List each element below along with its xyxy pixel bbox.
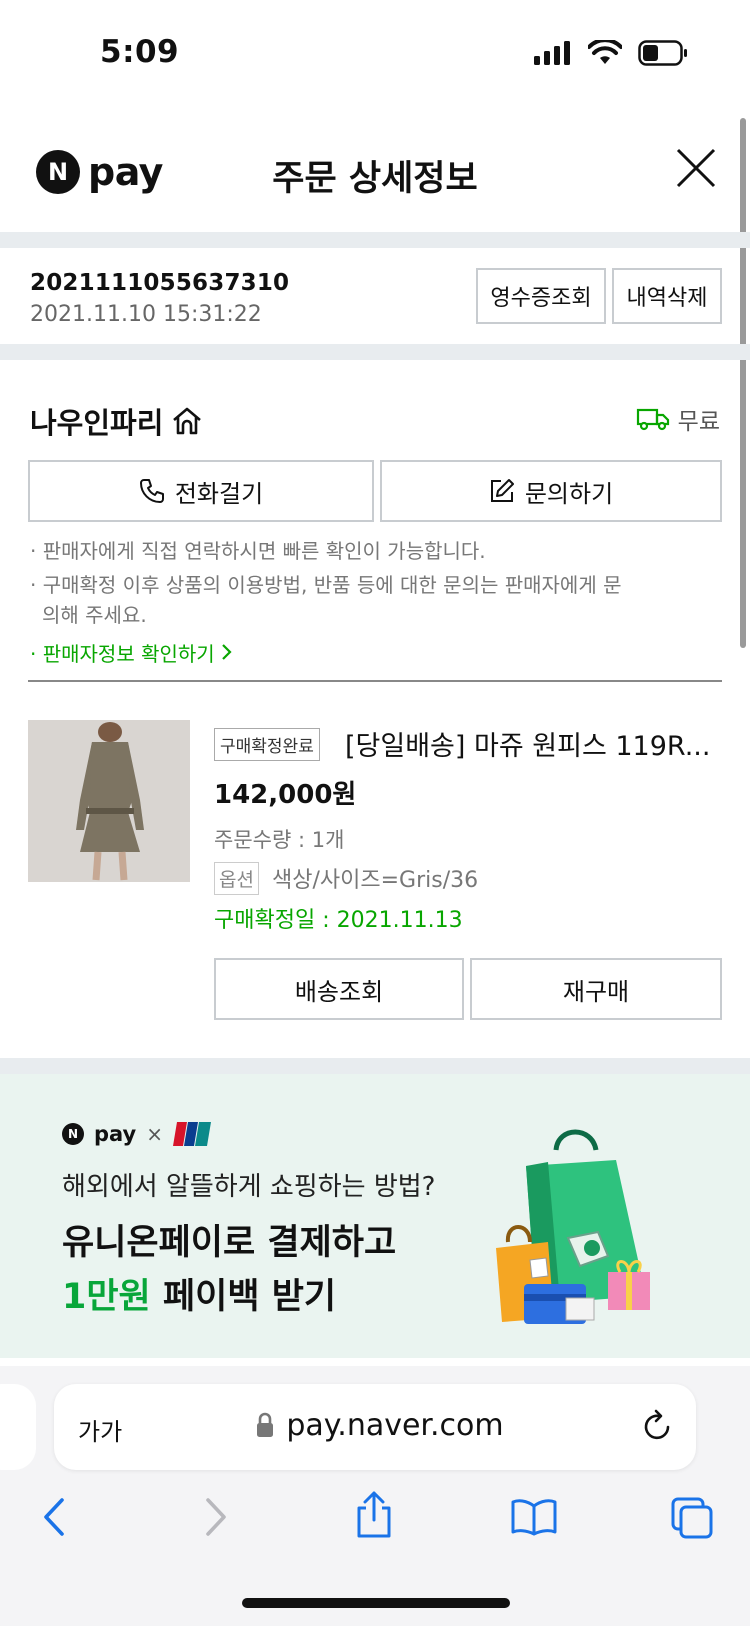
product-name[interactable]: [당일배송] 마쥬 원피스 119R...	[345, 724, 725, 763]
option-value: 색상/사이즈=Gris/36	[272, 868, 479, 893]
inquiry-button[interactable]: 문의하기	[380, 460, 722, 522]
banner-subtitle: 해외에서 알뜰하게 쇼핑하는 방법?	[62, 1172, 436, 1202]
shopping-bags-illustration	[496, 1129, 650, 1324]
banner-times: ×	[146, 1122, 164, 1146]
browser-bottom-bar: 가가 pay.naver.com	[0, 1366, 750, 1626]
section-divider	[0, 232, 750, 248]
notice-line: 의해 주세요.	[42, 603, 147, 627]
banner-title-rest: 페이백 받기	[150, 1277, 337, 1317]
banner-title-2: 1만원 페이백 받기	[62, 1268, 336, 1319]
dress-illustration	[28, 720, 190, 882]
delete-history-button[interactable]: 내역삭제	[612, 268, 722, 324]
purchase-confirm-date: 구매확정일 : 2021.11.13	[214, 908, 463, 933]
unionpay-logo	[173, 1122, 212, 1146]
phone-icon	[139, 479, 164, 503]
rebuy-button[interactable]: 재구매	[470, 958, 722, 1020]
status-time: 5:09	[100, 34, 180, 70]
seller-name[interactable]: 나우인파리	[30, 400, 203, 442]
order-number: 2021111055637310	[30, 270, 290, 296]
shipping-fee-text: 무료	[677, 409, 720, 435]
section-divider	[0, 1058, 750, 1074]
seller-name-text: 나우인파리	[30, 406, 164, 440]
shipping-fee: 무료	[636, 402, 720, 436]
call-seller-button[interactable]: 전화걸기	[28, 460, 374, 522]
option-badge: 옵션	[214, 862, 259, 895]
section-divider	[0, 344, 750, 360]
banner-logos: N pay ×	[62, 1120, 213, 1148]
seller-info-link[interactable]: · 판매자정보 확인하기	[30, 638, 233, 667]
chevron-right-icon	[222, 644, 232, 660]
page-header: N pay 주문 상세정보	[0, 110, 750, 232]
truck-icon	[636, 408, 669, 431]
signal-icon	[534, 41, 570, 65]
track-delivery-button[interactable]: 배송조회	[214, 958, 464, 1020]
wifi-icon	[588, 40, 622, 64]
product-image[interactable]	[28, 720, 190, 882]
status-bar: 5:09	[0, 0, 750, 110]
banner-logo-pay: pay	[94, 1122, 137, 1146]
reload-icon[interactable]	[642, 1408, 674, 1442]
call-label: 전화걸기	[174, 480, 264, 508]
url-text: pay.naver.com	[54, 1408, 696, 1443]
banner-logo-n: N	[62, 1123, 84, 1145]
banner-highlight: 1만원	[62, 1277, 151, 1317]
bookmarks-icon[interactable]	[510, 1498, 558, 1536]
page-title: 주문 상세정보	[272, 159, 478, 199]
product-quantity: 주문수량 : 1개	[214, 828, 345, 852]
tabs-icon[interactable]	[670, 1496, 714, 1540]
url-value: pay.naver.com	[286, 1408, 504, 1443]
divider	[28, 680, 722, 682]
inquiry-label: 문의하기	[524, 480, 614, 508]
notice-line: · 판매자에게 직접 연락하시면 빠른 확인이 가능합니다.	[30, 539, 486, 563]
edit-icon	[490, 479, 514, 502]
product-price: 142,000원	[214, 780, 357, 810]
home-icon	[173, 407, 202, 435]
share-icon[interactable]	[354, 1490, 394, 1540]
battery-icon	[638, 40, 687, 66]
home-indicator[interactable]	[242, 1598, 510, 1608]
status-badge: 구매확정완료	[214, 728, 320, 761]
banner-title: 유니온페이로 결제하고	[62, 1223, 397, 1263]
receipt-button[interactable]: 영수증조회	[476, 268, 606, 324]
address-bar[interactable]: 가가 pay.naver.com	[54, 1384, 696, 1470]
previous-tab[interactable]	[0, 1384, 36, 1470]
back-icon[interactable]	[40, 1496, 70, 1538]
scroll-indicator[interactable]	[740, 118, 746, 648]
forward-icon[interactable]	[200, 1496, 230, 1538]
status-icons	[534, 40, 688, 66]
close-icon[interactable]	[672, 144, 720, 192]
order-datetime: 2021.11.10 15:31:22	[30, 302, 262, 327]
notice-line: · 구매확정 이후 상품의 이용방법, 반품 등에 대한 문의는 판매자에게 문	[30, 573, 622, 597]
promo-banner[interactable]: N pay × 해외에서 알뜰하게 쇼핑하는 방법? 유니온페이로 결제하고 1…	[0, 1074, 750, 1358]
seller-info-link-text: · 판매자정보 확인하기	[30, 642, 215, 666]
